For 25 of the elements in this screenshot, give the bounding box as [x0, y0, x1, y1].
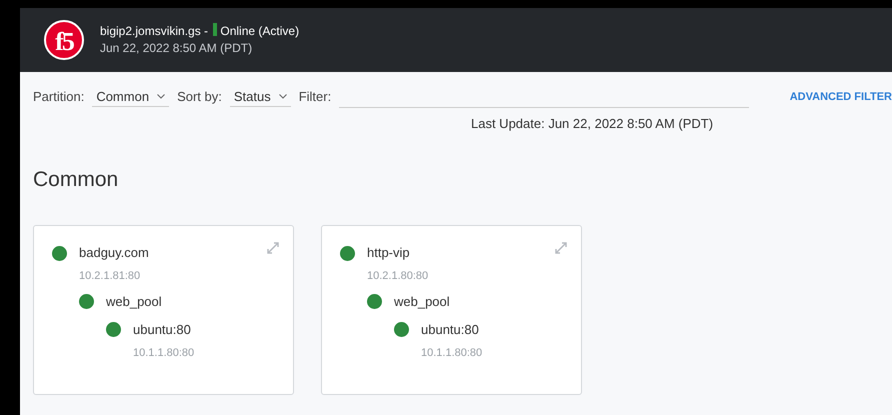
node-name[interactable]: http-vip	[367, 243, 410, 263]
node-name[interactable]: ubuntu:80	[133, 320, 191, 340]
node-name[interactable]: web_pool	[106, 292, 162, 312]
field-label: Partition:	[33, 88, 84, 106]
sort-dropdown[interactable]: Status	[230, 86, 291, 108]
device-status: bigip2.jomsvikin.gs - Online (Active)	[100, 23, 300, 40]
advanced-filter-link[interactable]: ADVANCED FILTER	[790, 88, 892, 106]
node-address: 10.1.1.80:80	[421, 346, 484, 360]
node-name[interactable]: ubuntu:80	[421, 320, 479, 340]
partition-dropdown[interactable]: Common	[92, 86, 170, 108]
f5-logo: f5	[44, 20, 84, 60]
expand-icon[interactable]	[555, 242, 567, 254]
field-label: Filter:	[298, 88, 332, 106]
node-name[interactable]: badguy.com	[79, 243, 149, 263]
field-label: Sort by:	[177, 88, 222, 106]
node-name[interactable]: web_pool	[394, 292, 450, 312]
expand-icon[interactable]	[267, 242, 279, 254]
last-update: Last Update: Jun 22, 2022 8:50 AM (PDT)	[471, 115, 714, 133]
timestamp: Jun 22, 2022 8:50 AM (PDT)	[100, 40, 254, 57]
section-title: Common	[33, 166, 120, 192]
node-address: 10.2.1.80:80	[367, 269, 430, 284]
node-address: 10.2.1.81:80	[79, 269, 142, 284]
node-address: 10.1.1.80:80	[133, 346, 196, 360]
caret-icon	[278, 94, 287, 99]
caret-icon	[157, 94, 166, 99]
